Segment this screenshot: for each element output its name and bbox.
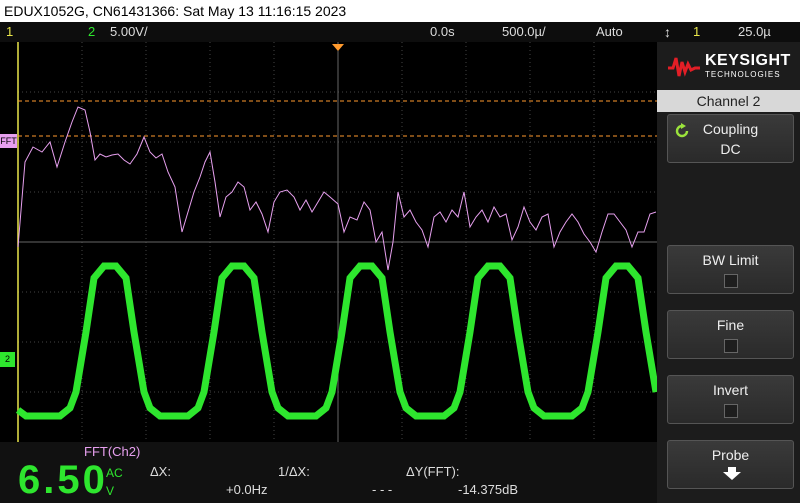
big-unit-top: AC xyxy=(106,466,123,480)
inv-delta-x-value: - - - xyxy=(372,482,393,497)
waveform-display[interactable]: FFT 2 xyxy=(0,42,657,442)
delta-y-value: -14.375dB xyxy=(458,482,518,497)
invert-softkey[interactable]: Invert xyxy=(667,375,794,424)
invert-checkbox[interactable] xyxy=(724,404,738,418)
trigger-edge-icon: ↕ xyxy=(664,24,671,40)
time-delay[interactable]: 0.0s xyxy=(430,22,455,42)
trigger-mode[interactable]: Auto xyxy=(596,22,623,42)
bw-limit-softkey[interactable]: BW Limit xyxy=(667,245,794,294)
submenu-arrow-icon xyxy=(723,467,741,480)
trigger-source[interactable]: 1 xyxy=(693,22,700,42)
instrument-title: EDUX1052G, CN61431366: Sat May 13 11:16:… xyxy=(4,3,347,19)
keysight-logo: KEYSIGHT TECHNOLOGIES xyxy=(667,48,795,86)
fine-checkbox[interactable] xyxy=(724,339,738,353)
ch1-indicator[interactable]: 1 xyxy=(6,22,13,42)
invert-label: Invert xyxy=(712,382,748,398)
brand-subtitle: TECHNOLOGIES xyxy=(705,70,781,79)
fft-trace xyxy=(17,106,657,271)
bw-limit-label: BW Limit xyxy=(702,252,759,268)
waveform-svg xyxy=(15,42,657,442)
delta-x-label: ΔX: xyxy=(150,464,171,479)
status-bar: 1 2 5.00V/ 0.0s 500.0µ/ Auto ↕ 1 25.0µ xyxy=(0,22,800,42)
time-scale[interactable]: 500.0µ/ xyxy=(502,22,546,42)
probe-label: Probe xyxy=(711,447,750,463)
trigger-level[interactable]: 25.0µ xyxy=(738,22,771,42)
coupling-value: DC xyxy=(720,141,741,157)
delta-x-value: +0.0Hz xyxy=(226,482,268,497)
ch2-indicator[interactable]: 2 xyxy=(88,22,95,42)
ch2-trace xyxy=(15,262,657,420)
grid xyxy=(18,42,657,442)
keysight-wave-icon xyxy=(668,57,700,77)
fine-softkey[interactable]: Fine xyxy=(667,310,794,359)
bw-limit-checkbox[interactable] xyxy=(724,274,738,288)
probe-softkey[interactable]: Probe xyxy=(667,440,794,489)
fft-marker[interactable]: FFT xyxy=(0,134,17,148)
softkey-panel: KEYSIGHT TECHNOLOGIES Channel 2 Coupling… xyxy=(657,42,800,503)
coupling-softkey[interactable]: Coupling DC xyxy=(667,114,794,163)
fft-source-label: FFT(Ch2) xyxy=(84,444,141,459)
delta-y-label: ΔY(FFT): xyxy=(406,464,460,479)
ch2-marker[interactable]: 2 xyxy=(0,352,15,367)
ch2-scale[interactable]: 5.00V/ xyxy=(110,22,148,42)
inv-delta-x-label: 1/ΔX: xyxy=(278,464,310,479)
trigger-position-marker[interactable] xyxy=(332,44,344,51)
brand-name: KEYSIGHT xyxy=(705,52,791,69)
coupling-label: Coupling xyxy=(702,121,759,137)
fine-label: Fine xyxy=(716,317,745,333)
title-bar: EDUX1052G, CN61431366: Sat May 13 11:16:… xyxy=(0,0,800,22)
big-measurement-value: 6.50 xyxy=(18,458,108,502)
menu-title: Channel 2 xyxy=(657,90,800,112)
